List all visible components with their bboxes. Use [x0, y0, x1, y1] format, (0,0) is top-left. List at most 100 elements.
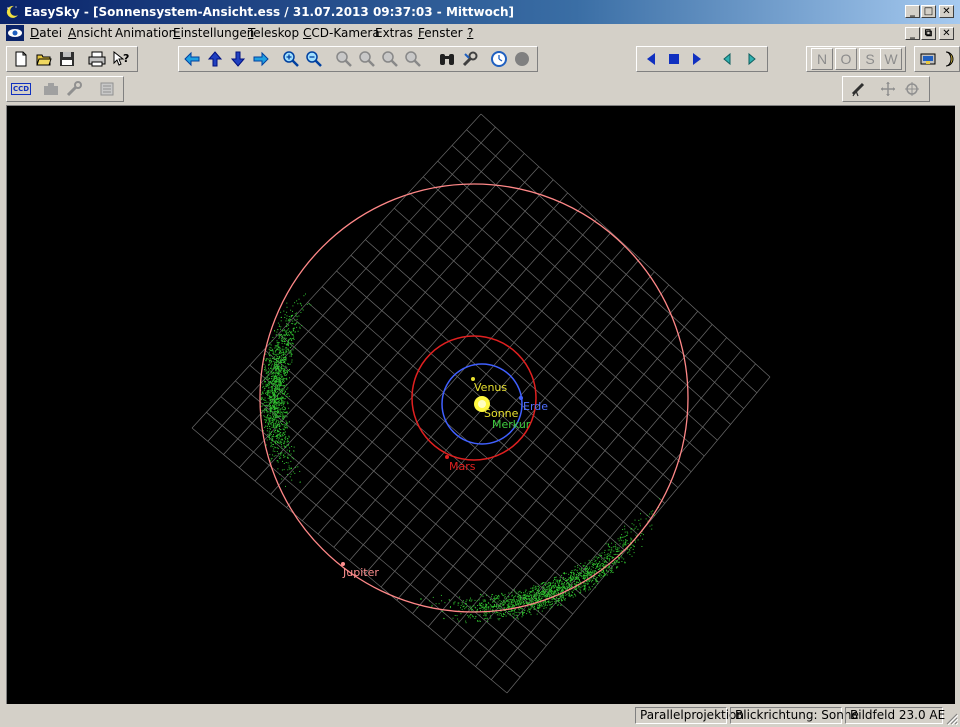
move-crosshair-icon[interactable]	[877, 78, 899, 100]
camera-icon[interactable]	[918, 48, 940, 70]
open-folder-icon[interactable]	[33, 48, 55, 70]
clock-icon[interactable]	[488, 48, 510, 70]
asteroid-dot	[284, 408, 286, 410]
menu-fenster[interactable]: Fenster	[418, 26, 463, 40]
asteroid-dot	[575, 574, 577, 576]
new-file-icon[interactable]	[10, 48, 32, 70]
menu-ccd-kamera[interactable]: CCD-Kamera	[303, 26, 380, 40]
compass-s-button[interactable]: S	[859, 48, 881, 70]
asteroid-dot	[280, 453, 282, 455]
asteroid-dot	[274, 330, 276, 332]
ccd-camera-icon[interactable]	[40, 78, 62, 100]
close-button[interactable]: ✕	[939, 5, 954, 18]
arrow-down-icon[interactable]	[227, 48, 249, 70]
asteroid-dot	[274, 414, 276, 416]
ccd-wrench-icon[interactable]	[63, 78, 85, 100]
play-forward-icon[interactable]	[686, 48, 708, 70]
asteroid-dot	[265, 353, 267, 355]
ccd-button[interactable]: CCD	[10, 78, 32, 100]
asteroid-dot	[583, 577, 585, 579]
asteroid-dot	[526, 594, 528, 596]
asteroid-dot	[266, 378, 268, 380]
zoom-d-icon[interactable]	[402, 48, 424, 70]
compass-w-button[interactable]: W	[880, 48, 902, 70]
asteroid-dot	[274, 413, 276, 414]
mdi-close-button[interactable]: ✕	[939, 27, 954, 40]
menu-animation[interactable]: Animation	[115, 26, 176, 40]
zoom-b-icon[interactable]	[356, 48, 378, 70]
solar-system-canvas[interactable]: Venus Sonne Merkur Erde Mars Jupiter	[7, 106, 955, 704]
asteroid-dot	[290, 473, 292, 475]
arrow-left-icon[interactable]	[181, 48, 203, 70]
asteroid-dot	[272, 360, 274, 362]
ccd-settings-icon[interactable]	[96, 78, 118, 100]
asteroid-dot	[548, 588, 550, 590]
asteroid-dot	[583, 583, 585, 585]
asteroid-dot	[519, 612, 521, 614]
asteroid-dot	[500, 615, 502, 617]
resize-grip-icon[interactable]	[946, 713, 958, 725]
asteroid-dot	[543, 592, 545, 594]
record-icon[interactable]	[511, 48, 533, 70]
wrench-icon[interactable]	[459, 48, 481, 70]
asteroid-dot	[575, 595, 577, 597]
menu-datei[interactable]: Datei	[30, 26, 62, 40]
asteroid-dot	[486, 604, 488, 606]
zoom-c-icon[interactable]	[379, 48, 401, 70]
menu-einstellungen[interactable]: Einstellungen	[173, 26, 254, 40]
maximize-button[interactable]: □	[921, 5, 936, 18]
asteroid-dot	[579, 588, 581, 590]
mdi-restore-button[interactable]: ⧉	[921, 27, 936, 40]
asteroid-dot	[566, 580, 567, 582]
arrow-right-icon[interactable]	[250, 48, 272, 70]
compass-o-button[interactable]: O	[835, 48, 857, 70]
zoom-out-icon[interactable]	[303, 48, 325, 70]
asteroid-dot	[606, 556, 608, 557]
asteroid-dot	[279, 385, 281, 386]
asteroid-dot	[472, 616, 474, 618]
asteroid-dot	[473, 605, 475, 607]
asteroid-dot	[460, 613, 462, 615]
minimize-button[interactable]: _	[905, 5, 920, 18]
step-forward-icon[interactable]	[741, 48, 763, 70]
menu-help[interactable]: ?	[467, 26, 473, 40]
asteroid-dot	[497, 608, 499, 610]
mars-marker[interactable]	[445, 455, 449, 459]
asteroid-dot	[574, 580, 576, 582]
menu-extras[interactable]: Extras	[375, 26, 413, 40]
binoculars-icon[interactable]	[436, 48, 458, 70]
mdi-minimize-button[interactable]: _	[905, 27, 920, 40]
menu-ansicht[interactable]: Ansicht	[68, 26, 112, 40]
stop-icon[interactable]	[663, 48, 685, 70]
asteroid-dot	[277, 347, 279, 349]
asteroid-dot	[287, 348, 289, 350]
step-back-icon[interactable]	[716, 48, 738, 70]
zoom-a-icon[interactable]	[333, 48, 355, 70]
asteroid-dot	[504, 602, 506, 604]
asteroid-dot	[572, 577, 574, 579]
asteroid-dot	[281, 404, 283, 406]
print-icon[interactable]	[86, 48, 108, 70]
solar-system-view[interactable]: Venus Sonne Merkur Erde Mars Jupiter	[6, 105, 955, 704]
asteroid-dot	[484, 600, 486, 602]
asteroid-dot	[267, 413, 269, 415]
help-pointer-icon[interactable]: ?	[110, 48, 132, 70]
asteroid-dot	[272, 357, 274, 359]
asteroid-dot	[632, 548, 634, 550]
eye-icon[interactable]	[6, 25, 24, 41]
asteroid-dot	[605, 561, 607, 562]
asteroid-dot	[573, 571, 575, 573]
zoom-in-icon[interactable]	[280, 48, 302, 70]
asteroid-dot	[486, 604, 488, 605]
asteroid-dot	[513, 598, 515, 600]
asteroid-dot	[587, 573, 589, 575]
arrow-up-icon[interactable]	[204, 48, 226, 70]
compass-n-button[interactable]: N	[811, 48, 833, 70]
moon-icon[interactable]	[940, 48, 958, 70]
play-back-icon[interactable]	[640, 48, 662, 70]
menu-teleskop[interactable]: Teleskop	[248, 26, 299, 40]
save-disk-icon[interactable]	[56, 48, 78, 70]
telescope-icon[interactable]	[847, 78, 869, 100]
target-crosshair-icon[interactable]	[901, 78, 923, 100]
asteroid-dot	[279, 336, 281, 338]
